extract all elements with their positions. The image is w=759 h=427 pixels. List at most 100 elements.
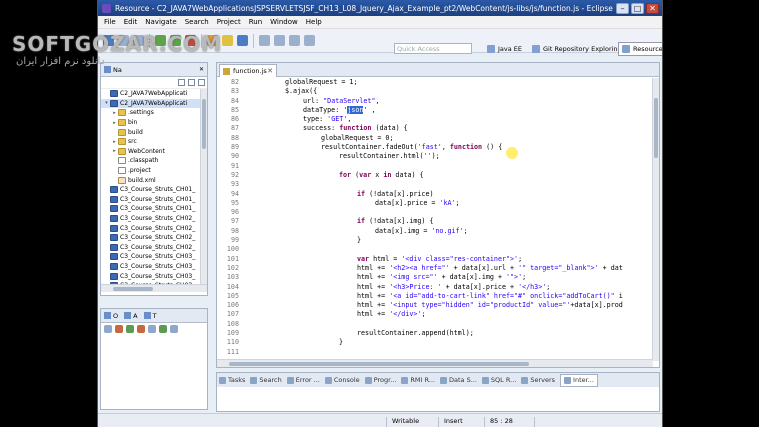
tree-item[interactable]: C3_Course_Struts_CH03_: [101, 252, 207, 262]
collapse-all-icon[interactable]: [178, 79, 185, 86]
editor-scrollbar[interactable]: [652, 78, 659, 361]
expand-icon[interactable]: ▸: [111, 120, 118, 126]
code-area[interactable]: 82 globalRequest = 1; 83 $.ajax({84 url: "Da…: [217, 78, 653, 361]
code-line[interactable]: 91: [217, 162, 653, 171]
tree-hscrollbar[interactable]: [101, 284, 207, 292]
code-line[interactable]: 108: [217, 320, 653, 329]
bottom-tab[interactable]: Search: [250, 376, 282, 384]
maximize-button[interactable]: □: [631, 2, 644, 14]
tree-item[interactable]: .classpath: [101, 156, 207, 166]
view-menu-icon[interactable]: [198, 79, 205, 86]
code-line[interactable]: 103 html += '<img src="' + data[x].img + …: [217, 273, 653, 282]
quick-access-input[interactable]: Quick Access: [394, 43, 472, 54]
forward-icon[interactable]: [304, 35, 315, 46]
tree-item[interactable]: C2_JAVA7WebApplicati: [101, 89, 207, 99]
navigator-tab[interactable]: Na: [104, 66, 122, 74]
code-line[interactable]: 104 html += '<h3>Price: ' + data[x].price…: [217, 283, 653, 292]
tree-item[interactable]: C3_Course_Struts_CH02_: [101, 223, 207, 233]
code-line[interactable]: 96: [217, 208, 653, 217]
minimize-button[interactable]: –: [616, 2, 629, 14]
sort-icon[interactable]: [104, 325, 112, 333]
menu-run[interactable]: Run: [245, 18, 266, 26]
code-line[interactable]: 98 data[x].img = 'no.gif';: [217, 227, 653, 236]
bottom-tab[interactable]: Tasks: [219, 376, 245, 384]
close-button[interactable]: ✕: [646, 2, 659, 14]
menu-file[interactable]: File: [100, 18, 120, 26]
perspective-java-ee[interactable]: Java EE: [483, 42, 526, 56]
code-line[interactable]: 105 html += '<a id="add-to-cart-link" hre…: [217, 292, 653, 301]
bottom-tab[interactable]: RMI R...: [401, 376, 435, 384]
menu-window[interactable]: Window: [266, 18, 302, 26]
code-line[interactable]: 109 resultContainer.append(html);: [217, 329, 653, 338]
search-icon[interactable]: [237, 35, 248, 46]
bottom-tab[interactable]: Error ...: [286, 376, 320, 384]
bottom-tab[interactable]: Data S...: [440, 376, 477, 384]
tree-item[interactable]: ▸ .settings: [101, 108, 207, 118]
code-line[interactable]: 111: [217, 348, 653, 357]
code-line[interactable]: 107 html += '</div>';: [217, 310, 653, 319]
tree-item[interactable]: C3_Course_Struts_CH03_: [101, 262, 207, 272]
link-editor-icon[interactable]: [188, 79, 195, 86]
code-line[interactable]: 84 url: "DataServlet",: [217, 97, 653, 106]
code-line[interactable]: 92 for (var x in data) {: [217, 171, 653, 180]
open-type-icon[interactable]: [222, 35, 233, 46]
hide-fields-icon[interactable]: [115, 325, 123, 333]
code-line[interactable]: 86 type: 'GET',: [217, 115, 653, 124]
menu-edit[interactable]: Edit: [120, 18, 142, 26]
code-line[interactable]: 94 if (!data[x].price): [217, 190, 653, 199]
code-line[interactable]: 97 if (!data[x].img) {: [217, 217, 653, 226]
close-icon[interactable]: ✕: [199, 66, 204, 73]
code-line[interactable]: 102 html += '<h2><a href="' + data[x].url…: [217, 264, 653, 273]
tree-item[interactable]: ▸ WebContent: [101, 147, 207, 157]
code-line[interactable]: 89 resultContainer.fadeOut('fast', functi…: [217, 143, 653, 152]
code-line[interactable]: 82 globalRequest = 1;: [217, 78, 653, 87]
expand-icon[interactable]: ▾: [103, 100, 110, 106]
tree-item[interactable]: C3_Course_Struts_CH03_: [101, 271, 207, 281]
editor-tab-function-js[interactable]: function.js ✕: [219, 64, 277, 77]
code-line[interactable]: 87 success: function (data) {: [217, 124, 653, 133]
expand-icon[interactable]: ▸: [111, 148, 118, 154]
expand-icon[interactable]: ▸: [111, 110, 118, 116]
code-line[interactable]: 83 $.ajax({: [217, 87, 653, 96]
tree-item[interactable]: build.xml: [101, 175, 207, 185]
hide-nonpublic-icon[interactable]: [137, 325, 145, 333]
menu-help[interactable]: Help: [302, 18, 326, 26]
bottom-tab[interactable]: SQL R...: [481, 376, 516, 384]
tree-item[interactable]: ▾ C2_JAVA7WebApplicati: [101, 98, 207, 109]
annotation-next-icon[interactable]: [274, 35, 285, 46]
link-icon[interactable]: [159, 325, 167, 333]
code-line[interactable]: 99}: [217, 236, 653, 245]
code-line[interactable]: 100: [217, 245, 653, 254]
bottom-tab[interactable]: Progr...: [364, 376, 396, 384]
bottom-tab[interactable]: Inter...: [560, 373, 598, 387]
tree-item[interactable]: C3_Course_Struts_CH01_: [101, 204, 207, 214]
tree-item[interactable]: C3_Course_Struts_CH02_: [101, 233, 207, 243]
annotations-tab[interactable]: A: [124, 312, 138, 320]
tree-item[interactable]: C3_Course_Struts_CH02_: [101, 214, 207, 224]
task-list-tab[interactable]: T: [143, 312, 157, 320]
tree-item[interactable]: C3_Course_Struts_CH01_: [101, 185, 207, 195]
code-line[interactable]: 90 resultContainer.html('');: [217, 152, 653, 161]
annotation-prev-icon[interactable]: [259, 35, 270, 46]
code-line[interactable]: 95 data[x].price = 'kA';: [217, 199, 653, 208]
code-line[interactable]: 106 html += '<input type="hidden" id="pro…: [217, 301, 653, 310]
view-menu-icon[interactable]: [170, 325, 178, 333]
perspective-git[interactable]: Git Repository Exploring: [528, 42, 626, 56]
code-line[interactable]: 101 var html = '<div class="res-container…: [217, 255, 653, 264]
focus-icon[interactable]: [148, 325, 156, 333]
code-line[interactable]: 85 dataType: 'json' ,: [217, 105, 653, 115]
tree-item[interactable]: C3_Course_Struts_CH01_: [101, 195, 207, 205]
bottom-tab[interactable]: Servers: [521, 376, 555, 384]
editor-hscrollbar[interactable]: [217, 359, 653, 367]
hide-static-icon[interactable]: [126, 325, 134, 333]
perspective-resource[interactable]: Resource: [618, 42, 662, 56]
bottom-tab[interactable]: Console: [324, 376, 360, 384]
tree-item[interactable]: ▸ bin: [101, 118, 207, 128]
code-line[interactable]: 110}: [217, 338, 653, 347]
menu-search[interactable]: Search: [181, 18, 213, 26]
code-line[interactable]: 93: [217, 180, 653, 189]
tree-item[interactable]: build: [101, 127, 207, 137]
tree-item[interactable]: C3_Course_Struts_CH02_: [101, 243, 207, 253]
close-tab-icon[interactable]: ✕: [267, 67, 273, 75]
menu-navigate[interactable]: Navigate: [141, 18, 180, 26]
